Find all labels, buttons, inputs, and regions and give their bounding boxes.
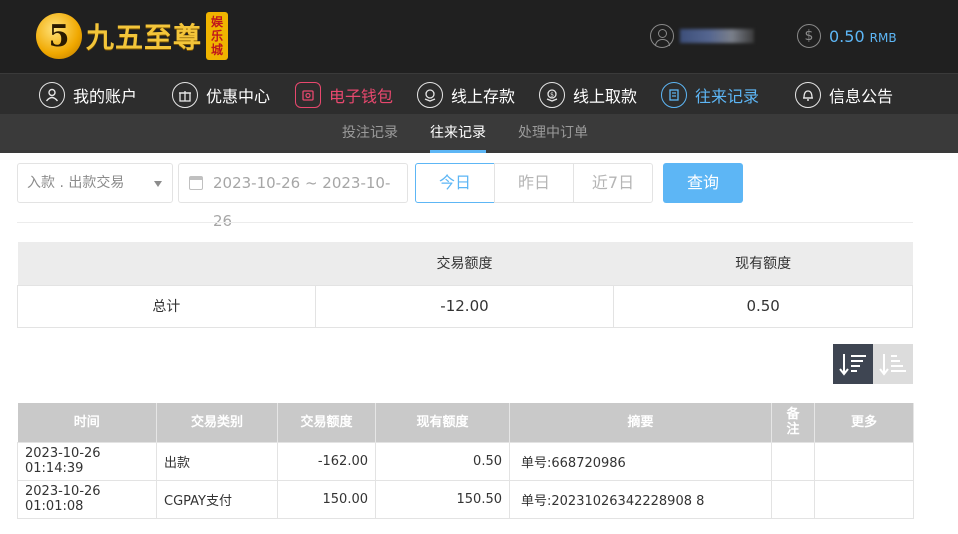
col-header-amount[interactable]: 交易额度 — [277, 403, 376, 442]
user-avatar-icon — [650, 24, 674, 48]
cell-time: 2023-10-26 01:01:08 — [17, 479, 157, 519]
logo-badge-char: 城 — [211, 43, 224, 57]
date-range-input[interactable]: 2023-10-26 ~ 2023-10-26 — [178, 163, 408, 230]
nav-e-wallet[interactable]: 电子钱包 — [295, 74, 393, 115]
withdraw-icon: $ — [539, 81, 565, 108]
sort-ascending-icon — [879, 354, 906, 376]
summary-total-row: 总计 -12.00 0.50 — [17, 284, 913, 328]
summary-table: 交易额度 现有额度 总计 -12.00 0.50 — [17, 242, 913, 328]
col-header-time[interactable]: 时间 — [17, 403, 157, 442]
logo-text: 九五至尊 — [86, 21, 203, 54]
cell-note — [771, 441, 815, 481]
yesterday-button[interactable]: 昨日 — [494, 163, 574, 203]
nav-online-deposit[interactable]: 线上存款 — [417, 74, 515, 115]
query-button[interactable]: 查询 — [663, 163, 743, 203]
nav-label: 电子钱包 — [329, 86, 394, 106]
summary-total-balance: 0.50 — [613, 284, 913, 328]
svg-text:$: $ — [550, 91, 554, 98]
logo-badge-char: 娱 — [211, 15, 224, 29]
cell-time: 2023-10-26 01:14:39 — [17, 441, 157, 481]
nav-online-withdraw[interactable]: $ 线上取款 — [539, 74, 637, 115]
nav-announcements[interactable]: 信息公告 — [795, 74, 893, 115]
sort-descending-icon — [839, 354, 866, 376]
sort-descending-button[interactable] — [833, 344, 873, 384]
col-header-note[interactable]: 备注 — [771, 403, 815, 442]
summary-header-row: 交易额度 现有额度 — [17, 242, 913, 285]
tab-bet-records[interactable]: 投注记录 — [342, 114, 398, 153]
site-logo[interactable]: 5 九五至尊 娱 乐 城 — [36, 10, 229, 62]
summary-header-balance: 现有额度 — [613, 242, 913, 285]
table-row[interactable]: 2023-10-26 01:14:39 出款 -162.00 0.50 单号:6… — [17, 441, 914, 481]
tab-transaction-records[interactable]: 往来记录 — [430, 114, 486, 153]
cell-balance: 150.50 — [375, 479, 510, 519]
cell-summary: 单号:20231026342228908 8 — [509, 479, 772, 519]
cell-note — [771, 479, 815, 519]
col-header-balance[interactable]: 现有额度 — [375, 403, 510, 442]
summary-header-amount: 交易额度 — [315, 242, 614, 285]
col-header-type[interactable]: 交易类别 — [156, 403, 278, 442]
chevron-down-icon — [154, 181, 162, 187]
main-nav: 我的账户 优惠中心 电子钱包 线上存款 $ 线上取款 往来记录 信息公告 — [0, 73, 958, 114]
records-header-row: 时间 交易类别 交易额度 现有额度 摘要 备注 更多 — [17, 403, 914, 442]
wallet-icon — [295, 81, 321, 108]
last-7-days-button[interactable]: 近7日 — [573, 163, 653, 203]
logo-badge: 娱 乐 城 — [206, 12, 229, 60]
col-header-more[interactable]: 更多 — [814, 403, 914, 442]
gift-icon — [172, 81, 198, 108]
table-row[interactable]: 2023-10-26 01:01:08 CGPAY支付 150.00 150.5… — [17, 479, 914, 519]
cell-type: CGPAY支付 — [156, 479, 278, 519]
tab-pending-orders[interactable]: 处理中订单 — [518, 114, 588, 153]
user-area[interactable] — [650, 24, 754, 48]
dollar-coin-icon: $ — [797, 24, 821, 48]
record-icon — [661, 81, 687, 108]
balance-currency: RMB — [869, 30, 897, 45]
nav-transaction-records[interactable]: 往来记录 — [661, 74, 759, 115]
nav-label: 信息公告 — [829, 86, 894, 106]
nav-label: 我的账户 — [73, 86, 138, 106]
cell-type: 出款 — [156, 441, 278, 481]
cell-more[interactable] — [814, 479, 914, 519]
nav-promotions[interactable]: 优惠中心 — [172, 74, 270, 115]
logo-badge-char: 乐 — [211, 29, 224, 43]
sub-nav: 投注记录 往来记录 处理中订单 — [0, 114, 958, 153]
transaction-type-value: 入款 . 出款交易 — [27, 175, 125, 191]
cell-amount: -162.00 — [277, 441, 376, 481]
cell-amount: 150.00 — [277, 479, 376, 519]
nav-label: 线上取款 — [573, 86, 638, 106]
balance-area[interactable]: $ 0.50 RMB — [797, 24, 897, 48]
summary-header-empty — [17, 242, 316, 285]
sort-ascending-button[interactable] — [873, 344, 913, 384]
user-icon — [39, 81, 65, 108]
transaction-records-table: 时间 交易类别 交易额度 现有额度 摘要 备注 更多 2023-10-26 01… — [17, 403, 914, 519]
top-header: 5 九五至尊 娱 乐 城 $ 0.50 RMB — [0, 0, 958, 73]
bell-icon — [795, 81, 821, 108]
col-header-summary[interactable]: 摘要 — [509, 403, 772, 442]
transaction-type-select[interactable]: 入款 . 出款交易 — [17, 163, 173, 203]
logo-mark-icon: 5 — [36, 13, 82, 59]
summary-total-label: 总计 — [17, 284, 316, 328]
cell-more[interactable] — [814, 441, 914, 481]
username-redacted — [680, 29, 754, 43]
today-button[interactable]: 今日 — [415, 163, 495, 203]
calendar-icon — [189, 176, 203, 190]
nav-label: 线上存款 — [451, 86, 516, 106]
nav-label: 优惠中心 — [206, 86, 271, 106]
deposit-icon — [417, 81, 443, 108]
nav-label: 往来记录 — [695, 86, 760, 106]
balance-value: 0.50 — [829, 26, 865, 46]
cell-balance: 0.50 — [375, 441, 510, 481]
nav-my-account[interactable]: 我的账户 — [39, 74, 137, 115]
cell-summary: 单号:668720986 — [509, 441, 772, 481]
summary-total-amount: -12.00 — [314, 284, 615, 328]
divider — [17, 222, 913, 223]
